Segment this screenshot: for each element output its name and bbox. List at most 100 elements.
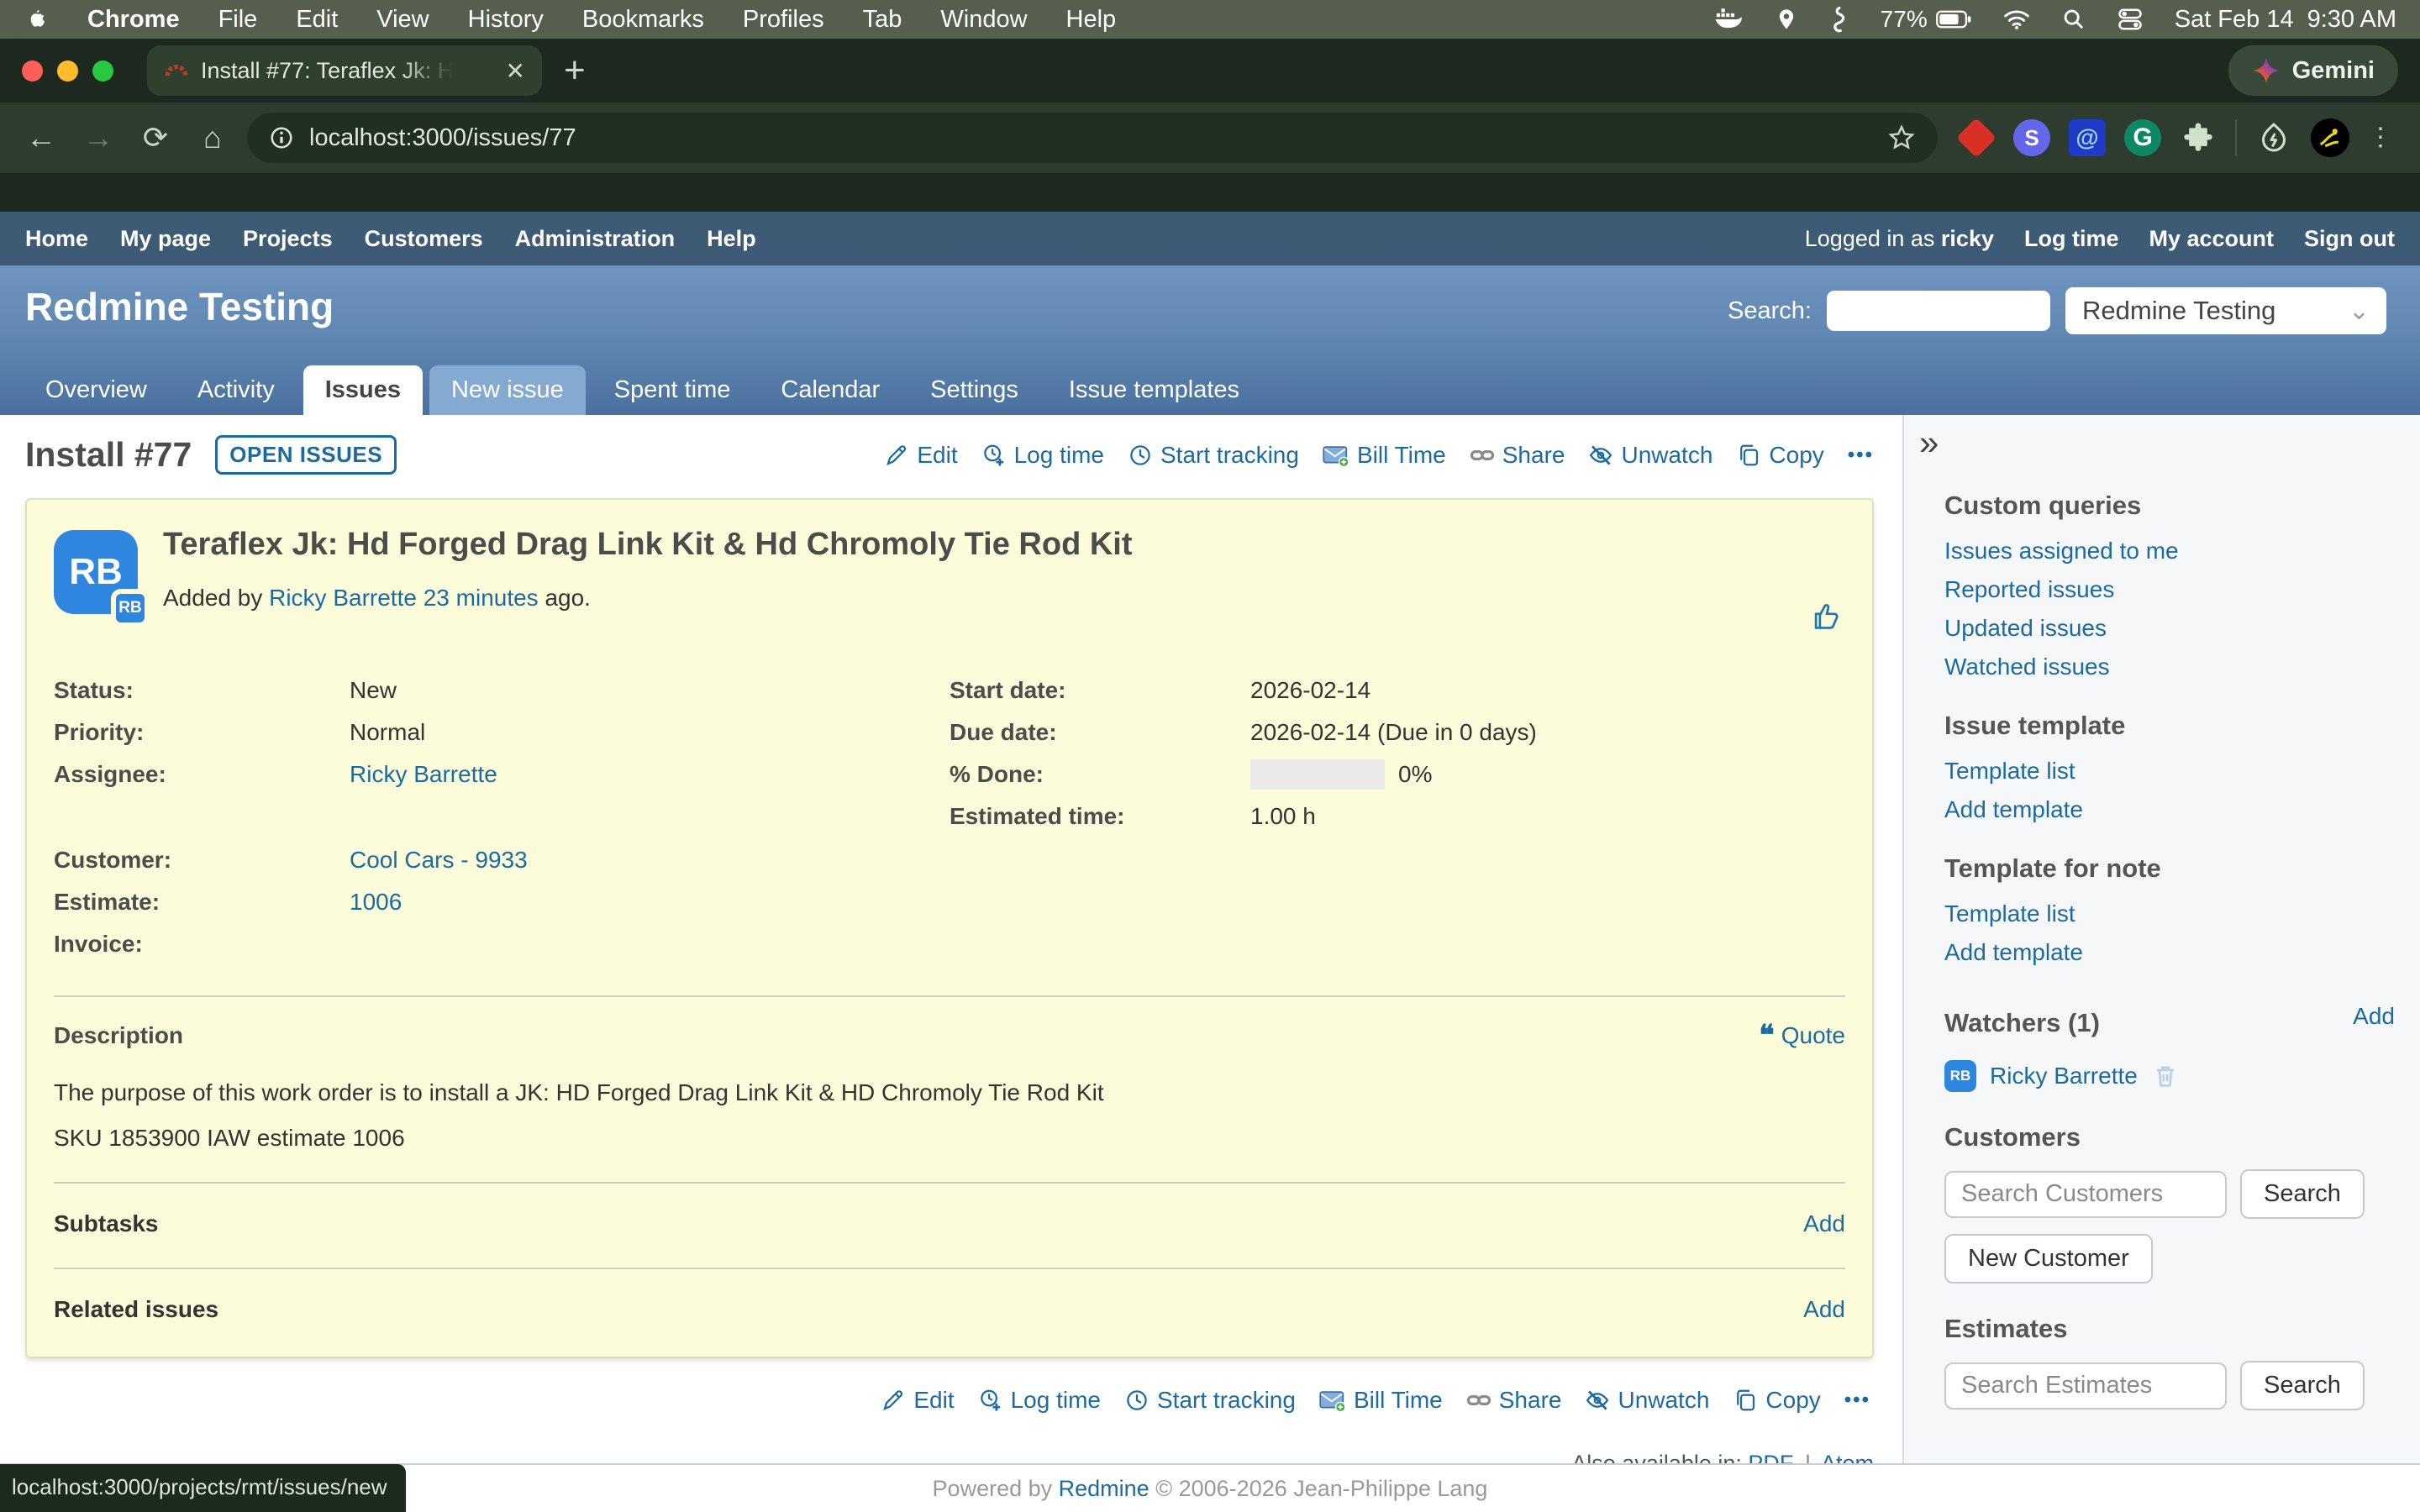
topmenu-projects[interactable]: Projects [243,226,333,252]
chrome-menu-icon[interactable]: ⋮ [2368,131,2393,145]
note-add-template-link[interactable]: Add template [1944,939,2395,966]
bookmark-star-icon[interactable] [1887,123,1916,152]
address-bar[interactable]: localhost:3000/issues/77 [247,113,1938,163]
topmenu-log-time[interactable]: Log time [2024,226,2119,252]
collapse-sidebar-icon[interactable]: » [1919,425,2395,460]
pin-app-icon[interactable] [1775,7,1798,32]
more-actions-button[interactable]: ••• [1848,444,1874,467]
menubar-item-edit[interactable]: Edit [296,6,338,34]
search-estimates-input[interactable] [1944,1362,2227,1410]
search-customers-input[interactable] [1944,1171,2227,1218]
site-info-icon[interactable] [269,125,294,150]
add-watcher-button[interactable]: Add [2353,1003,2395,1030]
menubar-item-bookmarks[interactable]: Bookmarks [582,6,704,34]
grammarly-icon[interactable]: G [2124,119,2161,156]
start-tracking-button[interactable]: Start tracking [1124,1387,1296,1414]
topmenu-my-account[interactable]: My account [2149,226,2274,252]
topmenu-help[interactable]: Help [707,226,756,252]
tab-close-icon[interactable]: ✕ [506,57,525,85]
gemini-button[interactable]: Gemini [2228,45,2398,96]
spotlight-search-icon[interactable] [2062,8,2086,31]
menubar-item-profiles[interactable]: Profiles [743,6,824,34]
menubar-item-view[interactable]: View [376,6,429,34]
edit-button[interactable]: Edit [884,442,957,469]
maximize-window-button[interactable] [92,60,113,81]
tab-activity[interactable]: Activity [176,365,297,415]
unwatch-button[interactable]: Unwatch [1588,442,1712,469]
tab-issues[interactable]: Issues [303,365,423,415]
close-window-button[interactable] [22,60,43,81]
home-button[interactable]: ⌂ [190,115,235,160]
snake-app-icon[interactable] [1830,6,1849,33]
browser-tab[interactable]: Install #77: Teraflex Jk: Hd Fo ✕ [147,45,542,96]
log-time-button[interactable]: Log time [981,442,1104,469]
profile-avatar[interactable] [2311,118,2349,157]
add-subtask-button[interactable]: Add [1803,1210,1845,1237]
apple-icon[interactable] [24,7,49,32]
control-center-icon[interactable] [2118,8,2143,31]
performance-leaf-icon[interactable] [2255,119,2292,156]
note-template-list-link[interactable]: Template list [1944,900,2395,927]
customer-link[interactable]: Cool Cars - 9933 [350,847,528,873]
author-link[interactable]: Ricky Barrette [269,585,417,611]
sidebar-item-watched-issues[interactable]: Watched issues [1944,654,2395,680]
redmine-link[interactable]: Redmine [1059,1476,1150,1501]
extension-lock-icon[interactable]: @ [2069,119,2106,156]
add-related-issue-button[interactable]: Add [1803,1296,1845,1323]
menubar-clock[interactable]: Sat Feb 14 9:30 AM [2175,6,2396,34]
menubar-item-tab[interactable]: Tab [863,6,902,34]
edit-button[interactable]: Edit [881,1387,954,1414]
extension-s-icon[interactable]: S [2013,119,2050,156]
share-button[interactable]: Share [1470,442,1565,469]
topmenu-administration[interactable]: Administration [515,226,676,252]
copy-button[interactable]: Copy [1736,442,1823,469]
bill-time-button[interactable]: Bill Time [1323,442,1446,469]
add-template-link[interactable]: Add template [1944,796,2395,823]
header-search-input[interactable] [1827,291,2050,331]
more-actions-button[interactable]: ••• [1844,1389,1870,1412]
docker-icon[interactable] [1714,7,1743,32]
sidebar-item-reported-issues[interactable]: Reported issues [1944,576,2395,603]
template-list-link[interactable]: Template list [1944,758,2395,785]
logged-in-user[interactable]: ricky [1941,226,1994,251]
tab-spent-time[interactable]: Spent time [592,365,753,415]
minimize-window-button[interactable] [57,60,78,81]
tab-issue-templates[interactable]: Issue templates [1047,365,1261,415]
search-customers-button[interactable]: Search [2240,1169,2365,1219]
menubar-item-chrome[interactable]: Chrome [87,6,180,34]
topmenu-customers[interactable]: Customers [365,226,483,252]
tab-new-issue[interactable]: New issue [429,365,586,415]
tab-settings[interactable]: Settings [908,365,1040,415]
extension-red-icon[interactable] [1958,119,1995,156]
atom-link[interactable]: Atom [1821,1451,1874,1463]
topmenu-home[interactable]: Home [25,226,88,252]
assignee-link[interactable]: Ricky Barrette [350,761,497,787]
share-button[interactable]: Share [1466,1387,1562,1414]
estimate-link[interactable]: 1006 [350,889,402,915]
pdf-link[interactable]: PDF [1748,1451,1793,1463]
bill-time-button[interactable]: Bill Time [1319,1387,1443,1414]
sidebar-item-updated-issues[interactable]: Updated issues [1944,615,2395,642]
forward-button[interactable]: → [76,115,121,160]
menubar-item-window[interactable]: Window [940,6,1027,34]
project-select[interactable]: Redmine Testing ⌄ [2065,287,2386,334]
quote-button[interactable]: ❝ Quote [1759,1022,1845,1049]
back-button[interactable]: ← [18,115,64,160]
search-estimates-button[interactable]: Search [2240,1361,2365,1410]
tab-overview[interactable]: Overview [24,365,169,415]
tab-calendar[interactable]: Calendar [759,365,902,415]
start-tracking-button[interactable]: Start tracking [1128,442,1299,469]
reload-button[interactable]: ⟳ [133,115,178,160]
menubar-item-history[interactable]: History [468,6,544,34]
thumbs-up-icon[interactable] [1810,601,1842,638]
extensions-puzzle-icon[interactable] [2180,119,2217,156]
added-time-link[interactable]: 23 minutes [424,585,539,611]
topmenu-my-page[interactable]: My page [120,226,211,252]
sidebar-item-issues-assigned[interactable]: Issues assigned to me [1944,538,2395,564]
new-tab-button[interactable]: + [564,50,586,92]
topmenu-sign-out[interactable]: Sign out [2304,226,2395,252]
copy-button[interactable]: Copy [1733,1387,1820,1414]
new-customer-button[interactable]: New Customer [1944,1234,2153,1284]
watcher-name-link[interactable]: Ricky Barrette [1990,1063,2138,1089]
menubar-item-file[interactable]: File [218,6,258,34]
